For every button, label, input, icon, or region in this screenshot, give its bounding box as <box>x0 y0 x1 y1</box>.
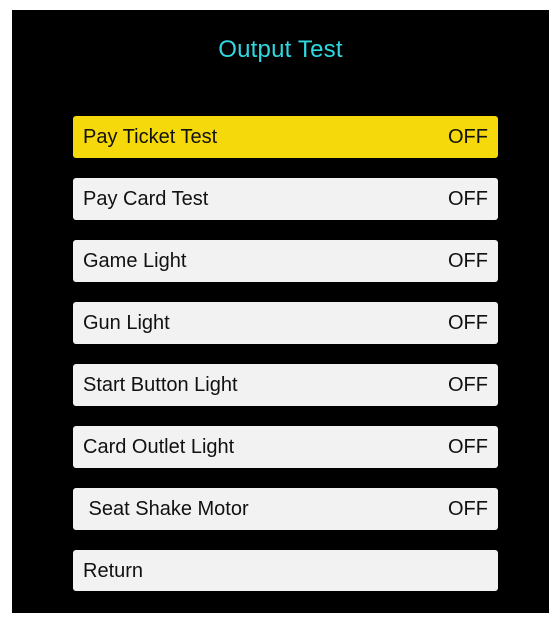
menu-item-state: OFF <box>448 436 488 458</box>
menu-item-label: Gun Light <box>83 312 170 334</box>
menu-item-label: Game Light <box>83 250 187 272</box>
return-button[interactable]: Return <box>73 550 498 591</box>
menu-item-label: Card Outlet Light <box>83 436 235 458</box>
output-test-menu: Pay Ticket Test OFF Pay Card Test OFF Ga… <box>73 116 498 591</box>
menu-item-card-outlet-light[interactable]: Card Outlet Light OFF <box>73 426 498 468</box>
menu-item-pay-card-test[interactable]: Pay Card Test OFF <box>73 178 498 220</box>
output-test-screen: Output Test Pay Ticket Test OFF Pay Card… <box>12 10 549 613</box>
menu-item-state: OFF <box>448 498 488 520</box>
menu-item-start-button-light[interactable]: Start Button Light OFF <box>73 364 498 406</box>
menu-item-state: OFF <box>448 312 488 334</box>
menu-item-label: Seat Shake Motor <box>83 498 249 520</box>
menu-item-state: OFF <box>448 188 488 210</box>
page-title: Output Test <box>218 36 343 63</box>
menu-item-label: Pay Ticket Test <box>83 126 218 148</box>
menu-item-label: Start Button Light <box>83 374 238 396</box>
menu-item-gun-light[interactable]: Gun Light OFF <box>73 302 498 344</box>
menu-item-pay-ticket-test[interactable]: Pay Ticket Test OFF <box>73 116 498 158</box>
menu-item-game-light[interactable]: Game Light OFF <box>73 240 498 282</box>
menu-item-state: OFF <box>448 250 488 272</box>
menu-item-label: Pay Card Test <box>83 188 209 210</box>
menu-item-state: OFF <box>448 126 488 148</box>
return-label: Return <box>83 560 144 582</box>
menu-item-seat-shake-motor[interactable]: Seat Shake Motor OFF <box>73 488 498 530</box>
menu-item-state: OFF <box>448 374 488 396</box>
